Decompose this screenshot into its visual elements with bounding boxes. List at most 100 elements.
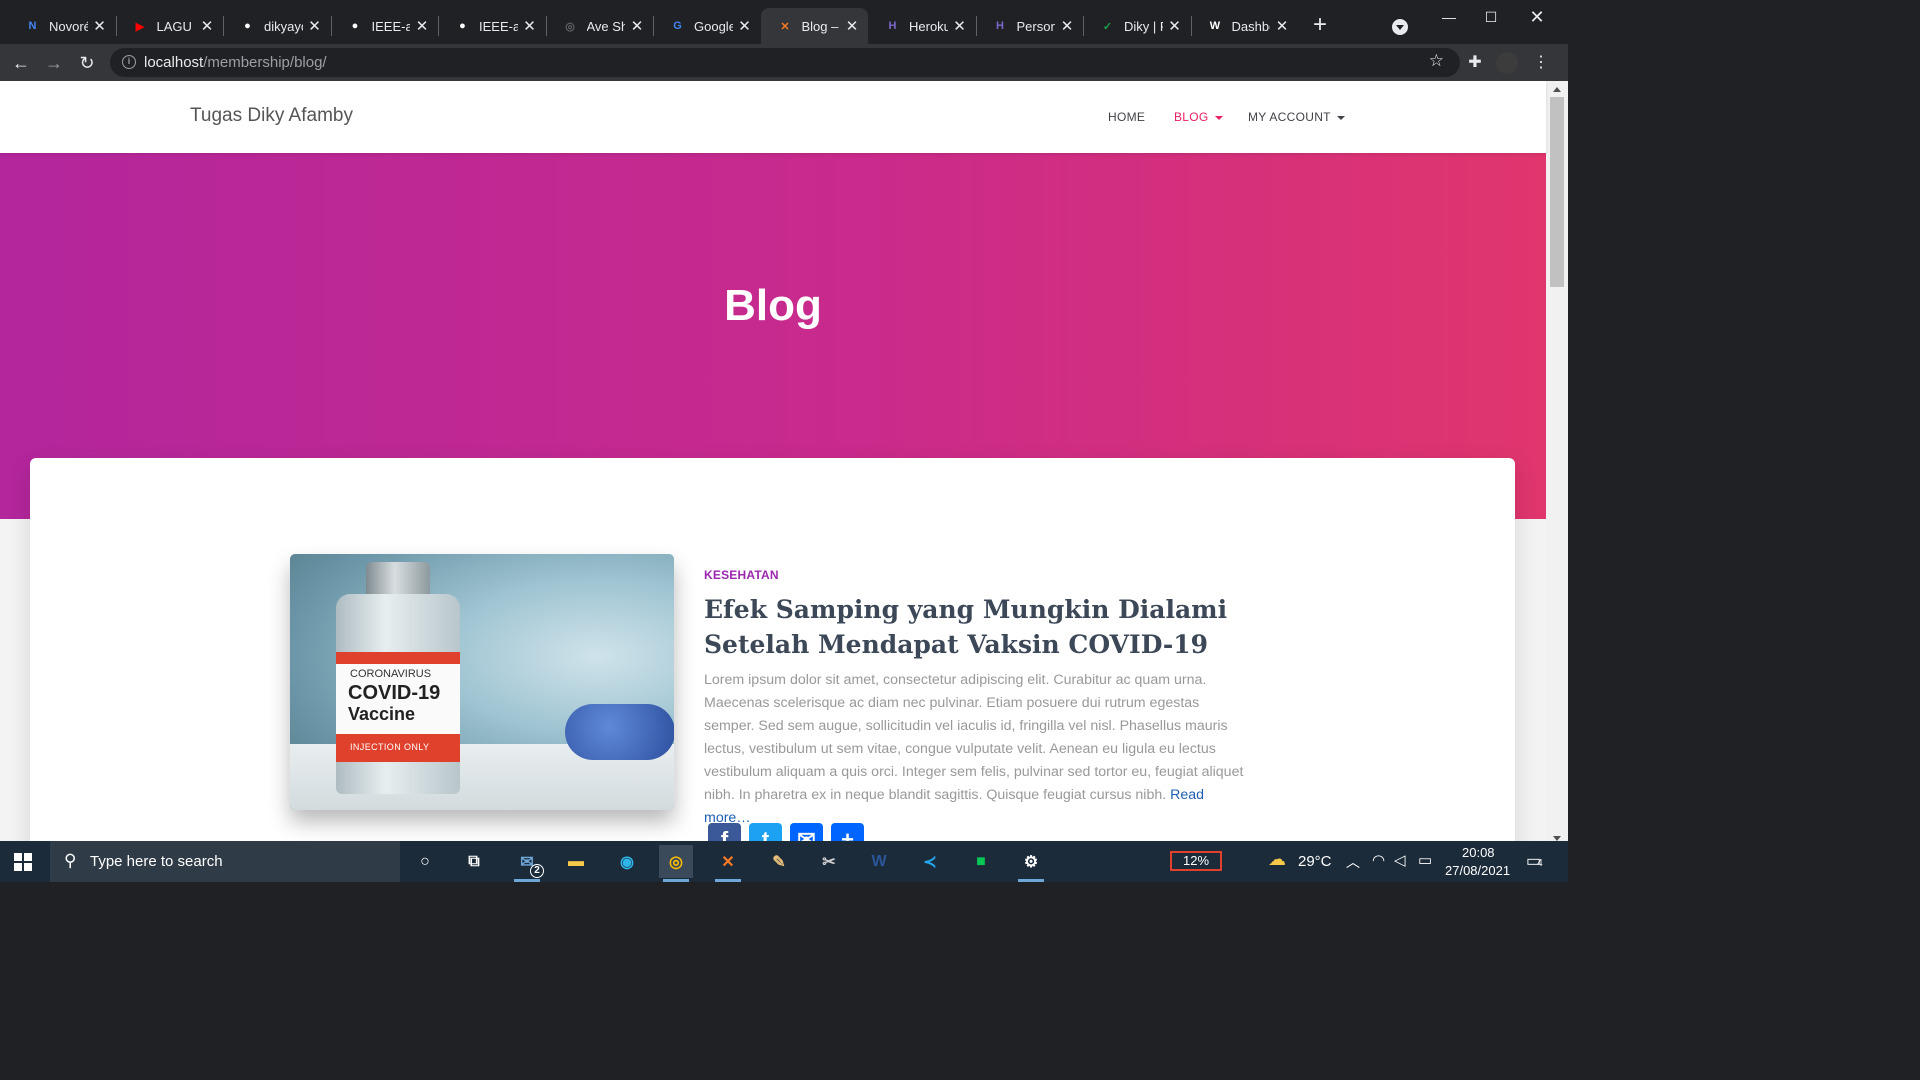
file-explorer-icon[interactable]: ▬	[559, 845, 593, 878]
browser-tab[interactable]: ● IEEE-aw✕	[438, 8, 546, 44]
email-icon: ✉	[797, 827, 816, 841]
clock-date[interactable]: 27/08/2021	[1445, 863, 1510, 878]
paint-icon[interactable]: ✎	[762, 845, 796, 878]
url-host: localhost	[144, 54, 204, 71]
browser-tab[interactable]: W Dashbo✕	[1191, 8, 1299, 44]
site-brand[interactable]: Tugas Diky Afamby	[190, 105, 353, 127]
menu-kebab-icon[interactable]: ⋮	[1528, 50, 1554, 76]
windows-start-icon[interactable]	[14, 853, 32, 871]
weather-icon[interactable]: ☁	[1268, 849, 1286, 870]
post-featured-image[interactable]: CORONAVIRUS COVID-19 Vaccine INJECTION O…	[290, 554, 674, 810]
close-tab-icon[interactable]: ✕	[522, 17, 538, 35]
weather-temp[interactable]: 29°C	[1298, 853, 1332, 870]
browser-tab[interactable]: ✕Blog – T✕	[760, 8, 868, 44]
xampp-icon[interactable]: ✕	[711, 845, 745, 882]
close-tab-icon[interactable]: ✕	[1059, 17, 1075, 35]
tray-chevron-up-icon[interactable]: ︿	[1346, 852, 1360, 872]
clock-time[interactable]: 20:08	[1462, 845, 1495, 860]
browser-tab[interactable]: G Google ✕	[653, 8, 761, 44]
battery-plug-icon[interactable]: ▭	[1418, 851, 1432, 869]
scroll-up-arrow[interactable]	[1553, 87, 1561, 92]
url-text[interactable]: localhost/membership/blog/	[144, 54, 327, 71]
notification-center-icon[interactable]: ▭4	[1526, 851, 1543, 871]
wix-icon: W	[1209, 20, 1221, 32]
address-bar[interactable]: i localhost/membership/blog/ ☆	[110, 48, 1460, 77]
page-title: Blog	[724, 281, 822, 330]
browser-tab[interactable]: ▶ LAGU S✕	[116, 8, 224, 44]
share-twitter-button[interactable]: t	[749, 823, 782, 841]
bookmark-star-icon[interactable]: ☆	[1429, 51, 1444, 71]
browser-tab[interactable]: ◎ Ave Shi✕	[546, 8, 654, 44]
browser-tab[interactable]: ● dikyayo✕	[223, 8, 331, 44]
close-tab-icon[interactable]: ✕	[1274, 17, 1290, 35]
task-view-icon[interactable]: ⧉	[457, 845, 491, 878]
github-icon: ●	[351, 20, 359, 32]
notification-count: 4	[1537, 858, 1543, 869]
close-tab-icon[interactable]: ✕	[952, 17, 968, 35]
vscode-icon[interactable]: ≺	[913, 845, 947, 878]
close-tab-icon[interactable]: ✕	[307, 17, 323, 35]
chrome-icon[interactable]: ◎	[659, 845, 693, 882]
browser-tab[interactable]: N Novoré ✕	[8, 8, 116, 44]
share-email-button[interactable]: ✉	[790, 823, 823, 841]
notion-n-icon: N	[28, 20, 37, 32]
close-tab-icon[interactable]: ✕	[1167, 17, 1183, 35]
github-icon: ●	[244, 20, 251, 32]
tab-title: IEEE-aw	[479, 18, 518, 34]
tab-search-icon[interactable]	[1392, 19, 1408, 35]
settings-gear-icon[interactable]: ⚙	[1014, 845, 1048, 882]
snip-icon[interactable]: ✂	[812, 845, 846, 878]
blog-post-card: CORONAVIRUS COVID-19 Vaccine INJECTION O…	[30, 458, 1515, 841]
site-info-icon[interactable]: i	[122, 55, 136, 69]
image-vial-label: CORONAVIRUS COVID-19 Vaccine INJECTION O…	[336, 652, 460, 762]
word-icon[interactable]: W	[862, 845, 896, 878]
running-indicator	[715, 879, 741, 882]
running-indicator	[514, 879, 540, 882]
nav-home[interactable]: HOME	[1108, 110, 1145, 124]
battery-indicator[interactable]: 12%	[1170, 851, 1222, 871]
label-line-4: INJECTION ONLY	[350, 742, 430, 752]
tab-title: Persona	[1016, 18, 1056, 34]
nav-my-account[interactable]: MY ACCOUNT	[1248, 110, 1345, 124]
browser-tab[interactable]: ● IEEE-aw✕	[331, 8, 439, 44]
reload-icon[interactable]: ↻	[74, 50, 100, 76]
extensions-icon[interactable]: ✚	[1462, 50, 1488, 76]
edge-icon[interactable]: ◉	[610, 845, 644, 878]
check-circle-icon: ✓	[1102, 20, 1113, 33]
minimize-button[interactable]: —	[1426, 4, 1472, 30]
scrollbar-thumb[interactable]	[1550, 97, 1564, 287]
close-tab-icon[interactable]: ✕	[629, 17, 645, 35]
post-title[interactable]: Efek Samping yang Mungkin Dialami Setela…	[704, 592, 1264, 662]
new-tab-button[interactable]: +	[1308, 12, 1332, 40]
share-share-button[interactable]: +	[831, 823, 864, 841]
back-icon[interactable]: ←	[8, 50, 34, 76]
close-window-button[interactable]: ✕	[1514, 4, 1560, 30]
close-tab-icon[interactable]: ✕	[844, 17, 860, 35]
share-facebook-button[interactable]: f	[708, 823, 741, 841]
heroku-icon: H	[888, 20, 897, 32]
cortana-icon[interactable]: ○	[408, 845, 442, 878]
nav-blog-label: BLOG	[1174, 110, 1209, 124]
browser-tab[interactable]: ✓ Diky | P✕	[1083, 8, 1191, 44]
wifi-icon[interactable]: ◠	[1372, 851, 1385, 869]
share-icon: +	[841, 827, 854, 841]
forward-icon[interactable]: →	[41, 50, 67, 76]
close-tab-icon[interactable]: ✕	[92, 17, 108, 35]
volume-icon[interactable]: ◁	[1394, 851, 1406, 869]
page-viewport: Tugas Diky Afamby HOME BLOG MY ACCOUNT B…	[0, 81, 1568, 841]
line-icon[interactable]: ■	[964, 845, 998, 878]
page-scrollbar[interactable]	[1546, 81, 1568, 841]
maximize-button[interactable]: ☐	[1468, 4, 1514, 30]
chevron-down-icon	[1336, 115, 1345, 120]
close-tab-icon[interactable]: ✕	[737, 17, 753, 35]
close-tab-icon[interactable]: ✕	[414, 17, 430, 35]
post-category[interactable]: KESEHATAN	[704, 568, 779, 582]
browser-tab[interactable]: H Heroku ✕	[868, 8, 976, 44]
nav-blog[interactable]: BLOG	[1174, 110, 1223, 124]
post-excerpt-text: Lorem ipsum dolor sit amet, consectetur …	[704, 672, 1244, 803]
close-tab-icon[interactable]: ✕	[199, 17, 215, 35]
taskbar-search[interactable]: ⚲ Type here to search	[50, 841, 400, 882]
profile-avatar[interactable]	[1496, 52, 1518, 74]
mail-icon[interactable]: ✉ 2	[510, 845, 544, 882]
browser-tab[interactable]: H Persona✕	[976, 8, 1084, 44]
